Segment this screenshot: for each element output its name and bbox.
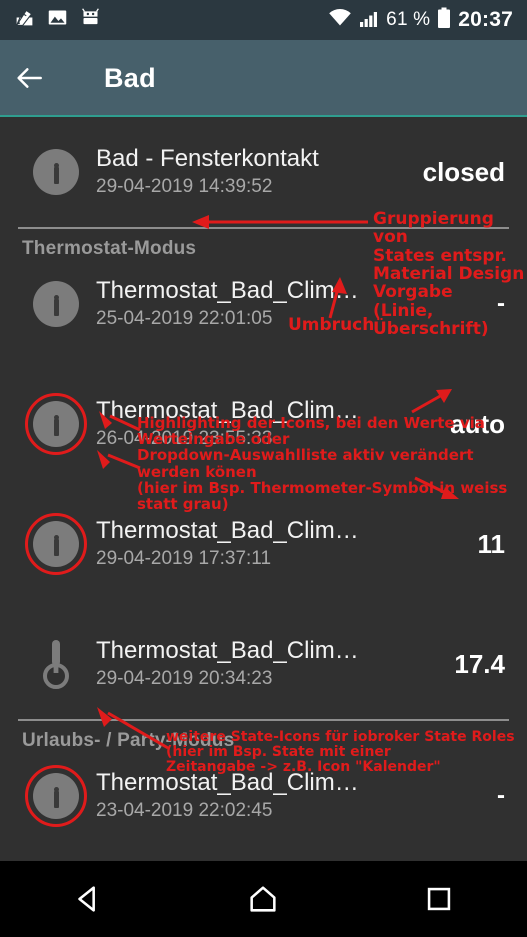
row-gap xyxy=(0,341,527,387)
screenshot-icon xyxy=(14,7,35,33)
info-icon[interactable] xyxy=(33,773,79,819)
list-item-value: 17.4 xyxy=(454,648,505,679)
phone-screen: 61 % 20:37 Bad Bad - Fensterkontakt 29-0… xyxy=(0,0,527,937)
list-item-value: 11 xyxy=(477,528,506,559)
list-item-texts: Thermostat_Bad_Clim… 25-04-2019 22:01:05 xyxy=(92,276,483,332)
list-item-icon-slot xyxy=(20,759,92,833)
back-arrow-icon xyxy=(17,68,42,88)
list-item-texts: Thermostat_Bad_Clim… 29-04-2019 17:37:11 xyxy=(92,516,464,572)
recents-square-icon xyxy=(427,887,451,911)
status-bar: 61 % 20:37 xyxy=(0,0,527,40)
list-item-timestamp: 23-04-2019 22:02:45 xyxy=(96,800,273,821)
list-item-texts: Thermostat_Bad_Clim… 23-04-2019 22:02:45 xyxy=(92,768,483,824)
info-icon[interactable] xyxy=(33,401,79,447)
home-icon xyxy=(250,886,277,912)
section-header-thermostat-modus: Thermostat-Modus xyxy=(22,238,197,259)
list-item-title: Thermostat_Bad_Clim… xyxy=(96,769,359,796)
list-item-texts: Bad - Fensterkontakt 29-04-2019 14:39:52 xyxy=(92,144,409,200)
list-item[interactable]: Thermostat_Bad_Clim… 23-04-2019 22:02:45… xyxy=(0,759,527,833)
list-item-icon-slot xyxy=(20,637,92,691)
list-item-title: Thermostat_Bad_Clim… xyxy=(96,397,359,424)
android-navigation-bar xyxy=(0,861,527,937)
android-robot-icon xyxy=(80,7,101,33)
signal-icon xyxy=(359,8,379,33)
list-item-icon-slot xyxy=(20,267,92,341)
list-item-timestamp: 29-04-2019 17:37:11 xyxy=(96,548,272,569)
list-item-title: Thermostat_Bad_Clim… xyxy=(96,517,359,544)
back-triangle-icon xyxy=(78,886,95,912)
row-gap xyxy=(0,581,527,627)
list-item-title: Thermostat_Bad_Clim… xyxy=(96,637,359,664)
list-item[interactable]: Thermostat_Bad_Clim… 25-04-2019 22:01:05… xyxy=(0,267,527,341)
info-icon[interactable] xyxy=(33,281,79,327)
row-gap xyxy=(0,209,527,227)
clock-label: 20:37 xyxy=(458,8,513,31)
row-gap xyxy=(0,461,527,507)
wifi-icon xyxy=(328,8,352,33)
thermometer-icon xyxy=(43,640,69,689)
list-item-icon-slot xyxy=(20,135,92,209)
list-item[interactable]: Thermostat_Bad_Clim… 29-04-2019 17:37:11… xyxy=(0,507,527,581)
list-item[interactable]: Thermostat_Bad_Clim… 26-04-2019 23:55:33… xyxy=(0,387,527,461)
list-item-timestamp: 25-04-2019 22:01:05 xyxy=(96,308,273,329)
list-item-title: Bad - Fensterkontakt xyxy=(96,145,319,172)
list-item-icon-slot xyxy=(20,507,92,581)
list-item-timestamp: 29-04-2019 20:34:23 xyxy=(96,668,273,689)
status-bar-system-icons: 61 % 20:37 xyxy=(328,7,513,34)
info-icon[interactable] xyxy=(33,521,79,567)
list-item[interactable]: Bad - Fensterkontakt 29-04-2019 14:39:52… xyxy=(0,135,527,209)
list-item-timestamp: 26-04-2019 23:55:33 xyxy=(96,428,273,449)
list-item[interactable]: Thermostat_Bad_Clim… 29-04-2019 20:34:23… xyxy=(0,627,527,701)
nav-back-button[interactable] xyxy=(33,861,143,937)
list-item-timestamp: 29-04-2019 14:39:52 xyxy=(96,176,273,197)
image-icon xyxy=(47,7,68,33)
list-item-icon-slot xyxy=(20,387,92,461)
state-list[interactable]: Bad - Fensterkontakt 29-04-2019 14:39:52… xyxy=(0,117,527,937)
list-top-spacer xyxy=(0,117,527,135)
list-item-value: - xyxy=(497,290,505,317)
battery-percent-label: 61 % xyxy=(386,9,431,30)
section-header-urlaubs-party-modus: Urlaubs- / Party-Modus xyxy=(22,730,235,751)
list-item-title: Thermostat_Bad_Clim… xyxy=(96,277,359,304)
list-item-texts: Thermostat_Bad_Clim… 26-04-2019 23:55:33 xyxy=(92,396,436,452)
page-title: Bad xyxy=(104,62,156,93)
battery-icon xyxy=(437,7,451,34)
list-item-value: closed xyxy=(422,156,505,187)
row-gap xyxy=(0,701,527,719)
list-item-value: - xyxy=(497,782,505,809)
list-item-value: auto xyxy=(450,408,505,439)
nav-home-button[interactable] xyxy=(208,861,318,937)
back-button[interactable] xyxy=(0,40,60,116)
app-bar: Bad xyxy=(0,40,527,116)
nav-recents-button[interactable] xyxy=(384,861,494,937)
info-icon[interactable] xyxy=(33,149,79,195)
status-bar-notification-icons xyxy=(14,7,101,33)
list-item-texts: Thermostat_Bad_Clim… 29-04-2019 20:34:23 xyxy=(92,636,440,692)
